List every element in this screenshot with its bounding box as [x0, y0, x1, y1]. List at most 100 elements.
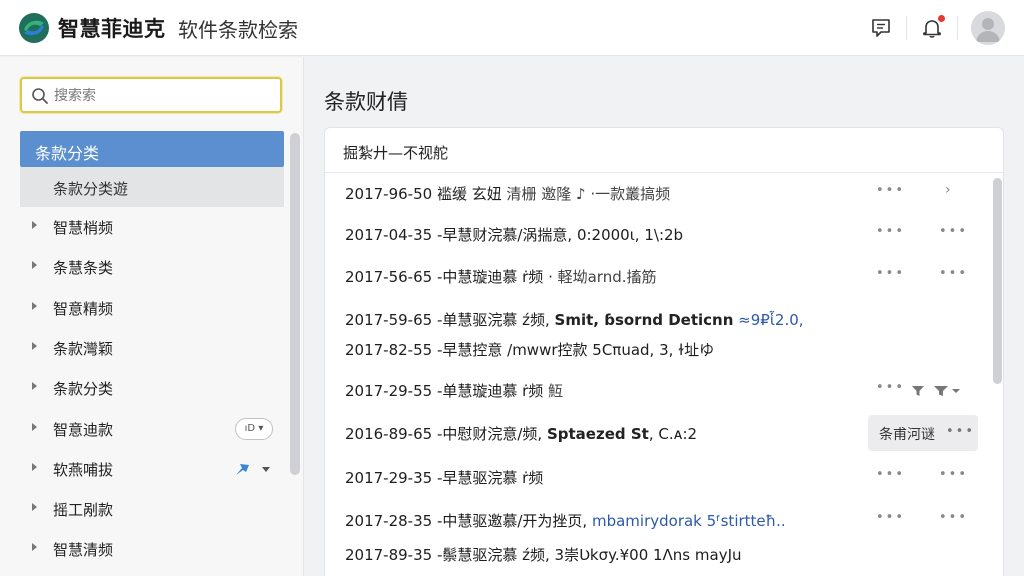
pin-icon — [236, 464, 270, 475]
row-date: 2017-29-55 — [345, 382, 433, 400]
pin-dropdown[interactable] — [232, 459, 276, 479]
more-actions-icon[interactable]: ••• — [939, 510, 968, 525]
more-actions-icon[interactable]: ••• — [939, 467, 968, 482]
sidebar-item-label: 条款分类 — [53, 380, 114, 398]
row-link[interactable]: ≈9₽ἷ2.0, — [733, 311, 803, 329]
row-highlight: Smit, ɓsornd Deticnn — [554, 311, 734, 329]
row-text: 2017-89-35 -鬃慧驱浣慕 ź频, 3崇Ʋkσy.¥00 1Ʌns ma… — [345, 544, 742, 565]
sidebar-item[interactable]: 智慧梢频 — [20, 207, 284, 247]
sidebar-item[interactable]: 摇工剐款 — [20, 489, 284, 529]
result-row[interactable]: 2017-04-35 -早慧财浣慕/涡揣意, 0:2000ι, 1\:2b ••… — [325, 214, 989, 254]
row-title: -中慰财浣意/频, — [432, 425, 547, 443]
search-box[interactable] — [20, 77, 282, 113]
row-text: 2017-29-55 -单慧璇迪慕 ṙ频 魱 — [345, 380, 563, 401]
row-highlight: Sptaezed St — [546, 425, 649, 443]
sidebar: 条款分类 条款分类遊 智慧梢频 条慧条类 智意精频 条款灣颖 条款分类 智意迪款… — [0, 57, 304, 576]
item-dropdown-pill[interactable]: ıD ▾ — [235, 418, 273, 440]
search-icon — [32, 88, 48, 104]
header-divider — [906, 16, 907, 40]
row-text: 2017-56-65 -中慧璇迪慕 ṙ频 · 軽坳arnd.搐筋 — [345, 266, 657, 287]
notifications-button[interactable] — [915, 12, 949, 44]
feedback-button[interactable] — [864, 12, 898, 44]
results-scrollbar[interactable] — [993, 178, 1002, 384]
feedback-icon — [872, 19, 890, 37]
row-text: 2017-04-35 -早慧财浣慕/涡揣意, 0:2000ι, 1\:2b — [345, 224, 683, 245]
more-actions-icon[interactable]: ••• — [939, 224, 968, 239]
row-text: 2017-82-55 -早慧控意 /mwwr控款 5Cπuad, 3, ɫ址ゆ — [345, 339, 714, 360]
chevron-right-icon[interactable]: › — [945, 182, 951, 198]
row-title: -早慧控意 /mwwr控款 5Cπuad, 3, ɫ址ゆ — [432, 341, 715, 359]
row-date: 2017-04-35 — [345, 226, 433, 244]
caret-right-icon — [32, 382, 37, 390]
tag-label: 条甫河谜 — [879, 427, 935, 443]
top-header: 智慧菲迪克 软件条款检索 — [0, 0, 1024, 56]
result-row[interactable]: 2017-89-35 -鬃慧驱浣慕 ź频, 3崇Ʋkσy.¥00 1Ʌns ma… — [325, 534, 989, 574]
caret-right-icon — [32, 221, 37, 229]
row-text: 2017-28-35 -中慧驱邀慕/开为挫页, mbamirydorak 5ᶠs… — [345, 510, 786, 531]
more-icon[interactable]: ••• — [876, 380, 905, 395]
sidebar-item[interactable]: 条款分类 — [20, 368, 284, 408]
result-row[interactable]: 2017-56-65 -中慧璇迪慕 ṙ频 · 軽坳arnd.搐筋 ••• ••• — [325, 256, 989, 296]
row-title: -中慧璇迪慕 ṙ频 · — [432, 268, 553, 286]
result-row[interactable]: 2017-29-55 -单慧璇迪慕 ṙ频 魱 ••• — [325, 370, 989, 410]
more-icon[interactable]: ••• — [876, 183, 905, 198]
more-actions-icon[interactable]: ••• — [939, 266, 968, 281]
search-input[interactable] — [54, 85, 274, 107]
user-avatar-icon — [976, 18, 1000, 42]
sidebar-item-label: 条款灣颖 — [53, 340, 114, 358]
row-date: 2017-29-35 — [345, 469, 433, 487]
sidebar-item[interactable]: 智意精频 — [20, 288, 284, 328]
user-avatar[interactable] — [971, 11, 1005, 45]
notification-dot — [938, 15, 945, 22]
sidebar-item-label: 智意精频 — [53, 300, 114, 318]
row-date: 2017-89-35 — [345, 546, 433, 564]
row-text: 2017-59-65 -单慧驱浣慕 ź频, Smit, ɓsornd Detic… — [345, 309, 804, 330]
filter-dropdown-icon[interactable] — [933, 385, 961, 397]
result-row[interactable]: 2017-29-35 -早慧驱浣慕 ṙ频 ••• ••• — [325, 457, 989, 497]
more-icon[interactable]: ••• — [876, 510, 905, 525]
row-link[interactable]: mbamirydorak 5ᶠstirtteħ.. — [592, 512, 786, 530]
caret-right-icon — [32, 423, 37, 431]
category-header[interactable]: 条款分类 — [20, 131, 284, 167]
sidebar-item-label: 摇工剐款 — [53, 501, 114, 519]
result-row[interactable]: 2017-82-55 -早慧控意 /mwwr控款 5Cπuad, 3, ɫ址ゆ — [325, 329, 989, 369]
app-title: 智慧菲迪克 — [58, 17, 166, 41]
caret-right-icon — [32, 543, 37, 551]
row-date: 2017-96-50 — [345, 185, 433, 203]
more-icon: ••• — [946, 424, 976, 439]
sidebar-item[interactable]: 条款灣颖 — [20, 328, 284, 368]
result-row[interactable]: 2016-89-65 -中慰财浣意/频, Sptaezed St, C.ᴀ:2 … — [325, 413, 989, 453]
tag-action-button[interactable]: 条甫河谜 ••• — [868, 415, 978, 451]
sidebar-item-label: 条慧条类 — [53, 259, 114, 277]
caret-right-icon — [32, 302, 37, 310]
row-title: -单慧璇迪慕 ṙ频 — [432, 382, 549, 400]
row-text: 2017-96-50 褴缓 玄妞 清栅 邀隆 ♪ ·一款叢搞频 — [345, 183, 670, 204]
result-row[interactable]: 2017-96-50 褴缓 玄妞 清栅 邀隆 ♪ ·一款叢搞频 ••• › — [325, 173, 989, 213]
sidebar-item[interactable]: 智意迪款 ıD ▾ — [20, 409, 284, 449]
sidebar-item[interactable]: 条慧条类 — [20, 247, 284, 287]
filter-icon[interactable] — [911, 385, 925, 397]
row-detail: 清栅 邀隆 ♪ ·一款叢搞频 — [506, 185, 671, 203]
category-sub-item[interactable]: 条款分类遊 — [20, 167, 284, 207]
header-divider — [957, 16, 958, 40]
sidebar-item[interactable]: 智慧清频 — [20, 529, 284, 569]
sidebar-scrollbar[interactable] — [290, 133, 300, 475]
row-title: 褴缓 玄妞 — [432, 185, 507, 203]
sidebar-item-label: 智慧清频 — [53, 541, 114, 559]
more-icon[interactable]: ••• — [876, 266, 905, 281]
page-title: 条款财倩 — [324, 90, 408, 114]
row-detail: 軽坳arnd.搐筋 — [552, 268, 657, 286]
more-icon[interactable]: ••• — [876, 224, 905, 239]
card-title: 掘紮廾—不视舵 — [325, 128, 1003, 173]
row-detail: , C.ᴀ:2 — [648, 425, 698, 443]
caret-right-icon — [32, 342, 37, 350]
sidebar-item-label: 软燕哺拔 — [53, 461, 114, 479]
sidebar-item-label: 智意迪款 — [53, 421, 114, 439]
more-icon[interactable]: ••• — [876, 467, 905, 482]
row-text: 2017-29-35 -早慧驱浣慕 ṙ频 — [345, 467, 543, 488]
row-date: 2017-56-65 — [345, 268, 433, 286]
sidebar-item[interactable]: 软燕哺拔 — [20, 449, 284, 489]
caret-right-icon — [32, 503, 37, 511]
row-detail: 魱 — [548, 382, 564, 400]
row-date: 2017-28-35 — [345, 512, 433, 530]
